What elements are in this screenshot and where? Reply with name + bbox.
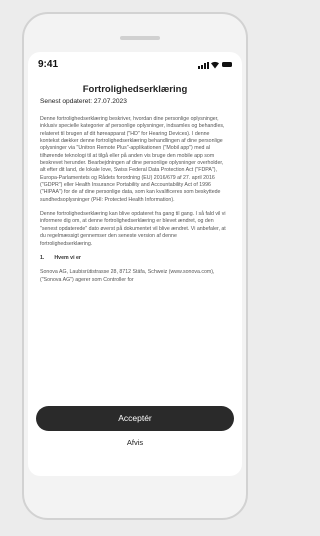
last-updated-date: Senest opdateret: 27.07.2023 — [40, 98, 127, 105]
status-icons — [198, 61, 232, 69]
section-title: Hvem vi er — [54, 254, 81, 261]
decline-button[interactable]: Afvis — [28, 438, 242, 447]
status-bar: 9:41 — [28, 52, 242, 76]
section-number: 1. — [40, 254, 45, 261]
privacy-policy-text[interactable]: Denne fortrolighedserklæring beskriver, … — [40, 116, 230, 410]
accept-button[interactable]: Acceptér — [36, 406, 234, 431]
page-title: Fortrolighedserklæring — [82, 84, 188, 95]
section-heading: 1. Hvem vi er — [40, 255, 230, 262]
policy-paragraph: Sonova AG, Laubisrütistrasse 28, 8712 St… — [40, 269, 215, 283]
status-time: 9:41 — [38, 59, 59, 70]
phone-speaker — [120, 36, 160, 40]
policy-paragraph: Denne fortrolighedserklæring beskriver, … — [40, 116, 225, 203]
battery-icon — [222, 62, 232, 67]
phone-screen: 9:41 Fortrolighedserklæring Senest opdat… — [28, 52, 242, 476]
policy-paragraph: Denne fortrolighedserklæring kan blive o… — [40, 211, 226, 247]
wifi-icon — [211, 61, 219, 69]
